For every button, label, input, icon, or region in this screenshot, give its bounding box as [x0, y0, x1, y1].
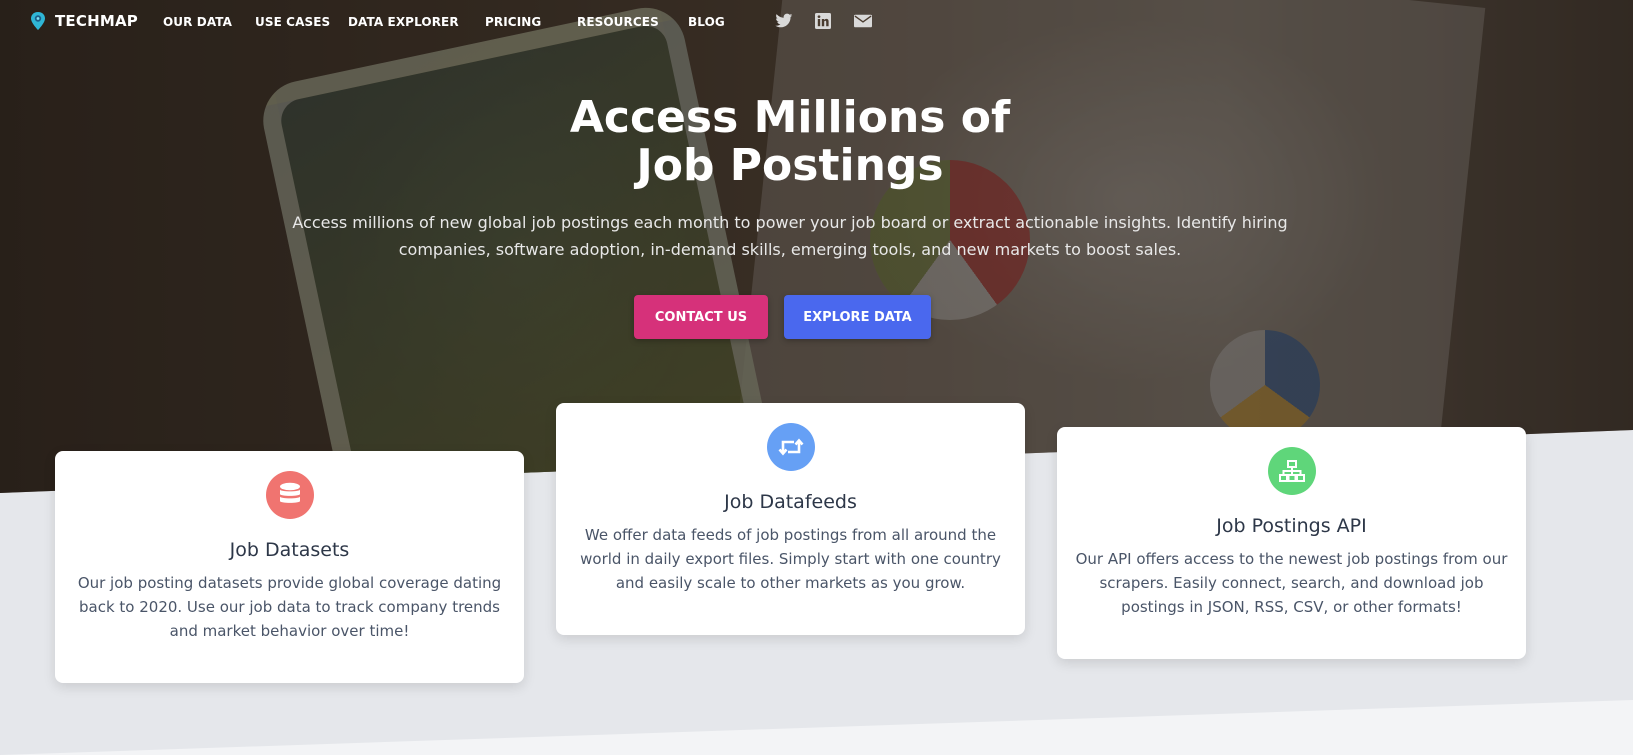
nav-data-explorer[interactable]: DATA EXPLORER — [348, 15, 459, 29]
retweet-icon — [766, 423, 815, 471]
card-title: Job Postings API — [1216, 515, 1367, 537]
top-nav: TECHMAP OUR DATA USE CASES DATA EXPLORER… — [0, 0, 1633, 46]
card-job-datasets: Job Datasets Our job posting datasets pr… — [55, 451, 524, 683]
card-title: Job Datasets — [229, 539, 350, 561]
nav-use-cases[interactable]: USE CASES — [255, 15, 330, 29]
hero-title-line1: Access Millions of — [569, 92, 1011, 143]
hero-title: Access Millions of Job Postings — [0, 94, 1580, 190]
card-text: Our API offers access to the newest job … — [1075, 550, 1508, 616]
twitter-icon[interactable] — [775, 13, 793, 29]
linkedin-icon[interactable] — [814, 13, 832, 29]
database-icon — [265, 471, 314, 519]
nav-pricing[interactable]: PRICING — [485, 15, 541, 29]
hero-subtitle: Access millions of new global job postin… — [292, 213, 1288, 259]
explore-data-button[interactable]: EXPLORE DATA — [784, 295, 931, 339]
contact-us-button[interactable]: CONTACT US — [634, 295, 768, 339]
card-job-postings-api: Job Postings API Our API offers access t… — [1057, 427, 1526, 659]
card-text: We offer data feeds of job postings from… — [580, 526, 1001, 592]
card-job-datafeeds: Job Datafeeds We offer data feeds of job… — [556, 403, 1025, 635]
sitemap-icon — [1267, 447, 1316, 495]
nav-our-data[interactable]: OUR DATA — [163, 15, 232, 29]
envelope-icon[interactable] — [854, 13, 872, 29]
card-title: Job Datafeeds — [724, 491, 857, 513]
bottom-band — [0, 700, 1633, 755]
map-pin-icon — [31, 12, 45, 30]
brand-name: TECHMAP — [55, 12, 138, 30]
nav-resources[interactable]: RESOURCES — [577, 15, 659, 29]
nav-blog[interactable]: BLOG — [688, 15, 725, 29]
brand-logo[interactable]: TECHMAP — [30, 11, 138, 31]
card-text: Our job posting datasets provide global … — [77, 574, 502, 640]
hero-title-line2: Job Postings — [636, 140, 944, 191]
